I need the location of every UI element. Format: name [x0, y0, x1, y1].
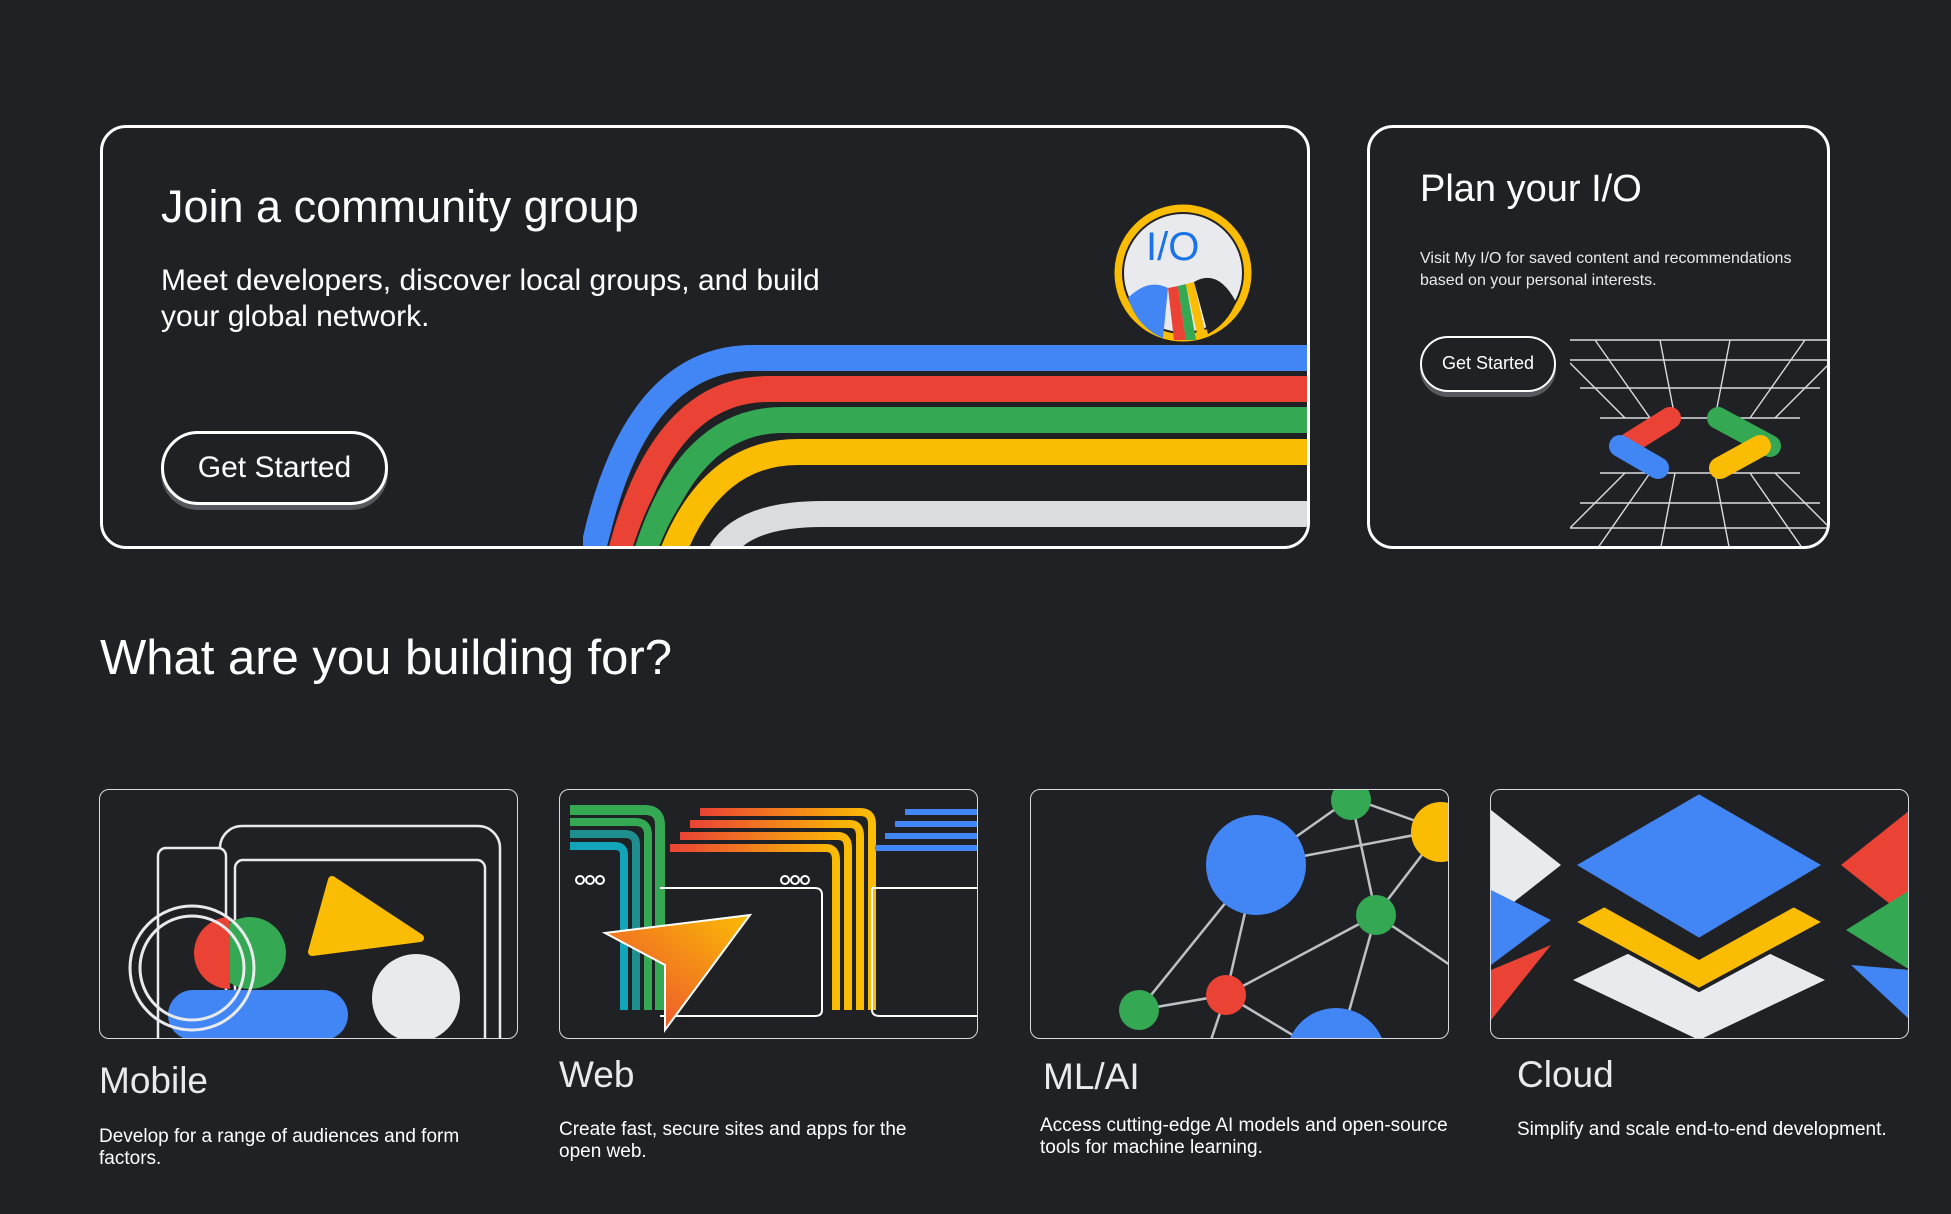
plan-description: Visit My I/O for saved content and recom… [1420, 250, 1792, 289]
web-tile[interactable] [559, 789, 978, 1039]
cloud-title: Cloud [1517, 1054, 1614, 1095]
section-heading: What are you building for? [100, 631, 672, 685]
io-badge-icon: I/O [1111, 201, 1255, 345]
mlai-title: ML/AI [1043, 1056, 1140, 1097]
community-title: Join a community group [161, 181, 639, 232]
mobile-illustration [128, 824, 502, 1038]
plan-card: Plan your I/O Visit My I/O for saved con… [1367, 125, 1830, 549]
mobile-tile[interactable] [99, 789, 518, 1039]
io-badge-text: I/O [1146, 225, 1199, 269]
mobile-title: Mobile [99, 1060, 208, 1101]
mlai-description: Access cutting-edge AI models and open-s… [1040, 1115, 1448, 1158]
community-get-started-button[interactable]: Get Started [161, 431, 388, 505]
cloud-description: Simplify and scale end-to-end developmen… [1517, 1119, 1887, 1140]
rainbow-stripes-illustration [583, 343, 1307, 546]
mlai-tile[interactable] [1030, 789, 1449, 1039]
mobile-description: Develop for a range of audiences and for… [99, 1126, 460, 1169]
plan-get-started-button[interactable]: Get Started [1420, 336, 1556, 392]
plan-title: Plan your I/O [1420, 168, 1642, 210]
community-card: Join a community group Meet developers, … [100, 125, 1310, 549]
cloud-tile[interactable] [1490, 789, 1909, 1039]
mlai-network-illustration [1119, 790, 1448, 1038]
web-description: Create fast, secure sites and apps for t… [559, 1119, 907, 1162]
web-illustration [570, 805, 977, 1034]
grid-brackets-illustration [1570, 339, 1827, 546]
cloud-layers-illustration [1491, 790, 1908, 1038]
web-title: Web [559, 1054, 635, 1095]
